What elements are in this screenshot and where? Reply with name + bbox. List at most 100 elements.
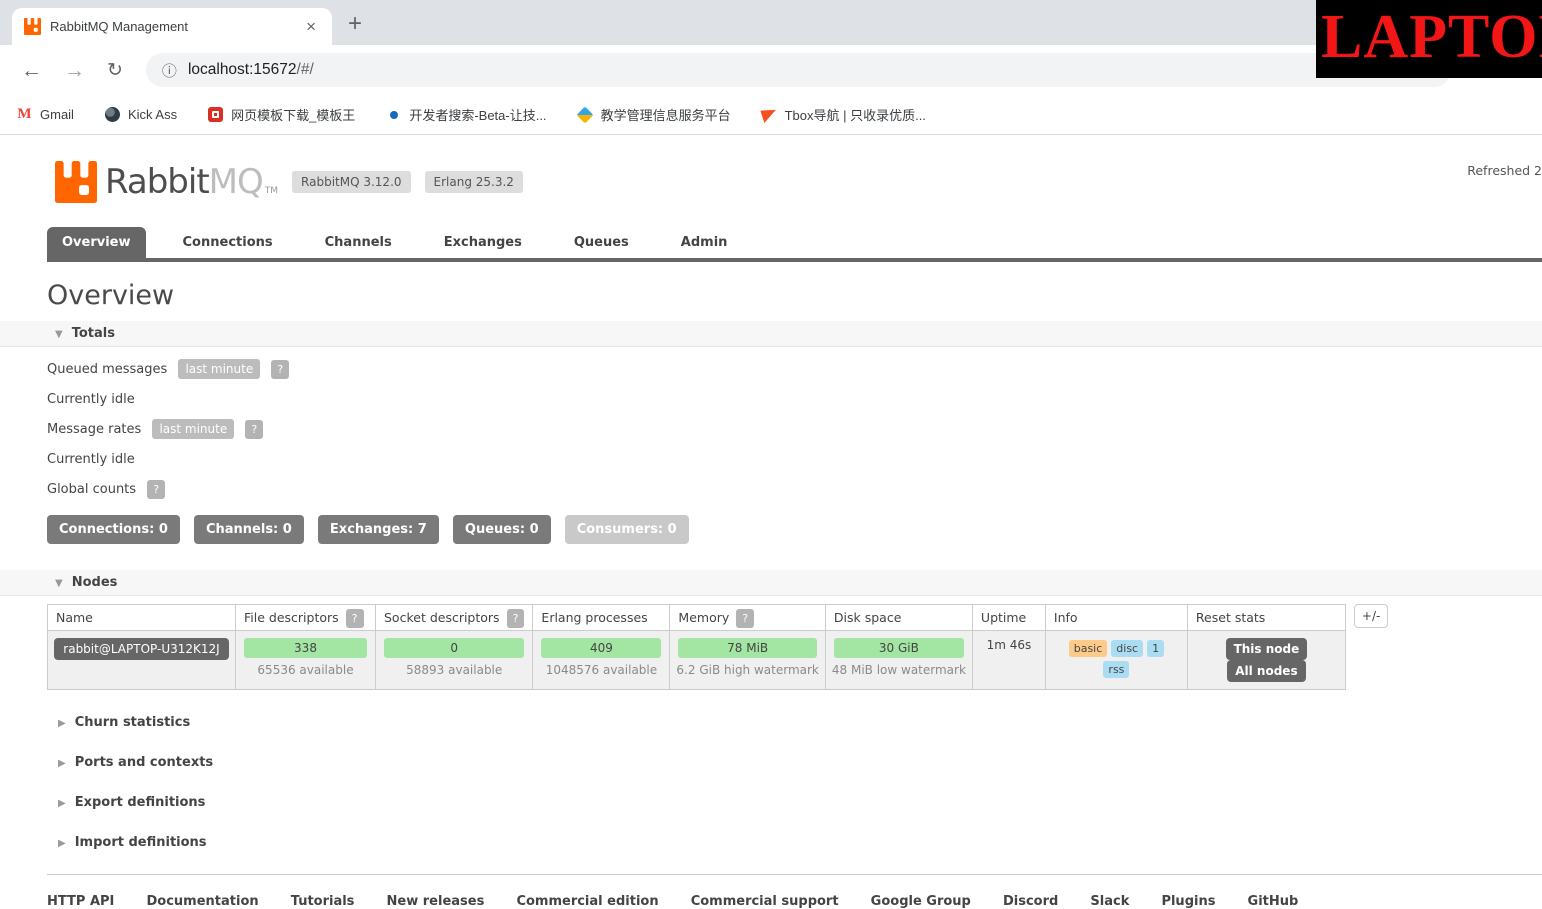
tab-queues[interactable]: Queues [559,227,644,258]
reset-this-node-button[interactable]: This node [1225,638,1308,660]
node-name-badge[interactable]: rabbit@LAPTOP-U312K12J [54,638,229,660]
browser-tab-bar: RabbitMQ Management × + [0,0,1542,45]
bookmark-mobanwang[interactable]: 网页模板下载_模板王 [207,105,355,124]
global-counts-row: Global counts ? [47,480,1542,499]
totals-section-header[interactable]: ▼ Totals [0,321,1542,347]
page-info-icon[interactable]: ⓘ [162,60,177,81]
globe-icon [104,106,121,123]
footer-link-github[interactable]: GitHub [1248,894,1299,909]
queued-messages-row: Queued messages last minute ? [47,359,1542,379]
queues-count-button[interactable]: Queues: 0 [452,515,551,544]
col-name: Name [47,604,236,631]
address-bar[interactable]: ⓘ localhost:15672/#/ [145,53,1451,87]
footer-link-tutorials[interactable]: Tutorials [291,894,355,909]
reset-stats-cell: This nodeAll nodes [1186,630,1346,690]
col-erlang-processes: Erlang processes [532,604,671,631]
new-tab-button[interactable]: + [348,12,362,36]
socket-descriptors-cell: 0 58893 available [374,630,534,690]
logo-wordmark-rabbit: Rabbit [105,162,210,202]
node-name-cell: rabbit@LAPTOP-U312K12J [47,630,236,690]
ports-contexts-section[interactable]: ▶ Ports and contexts [58,755,1542,770]
memory-value: 78 MiB [678,638,817,658]
nodes-header-row: Name File descriptors? Socket descriptor… [47,604,1346,631]
import-definitions-section[interactable]: ▶ Import definitions [58,835,1542,850]
collapse-closed-icon: ▶ [58,838,66,849]
global-counts-help-icon[interactable]: ? [147,480,166,499]
message-rates-label: Message rates [47,422,142,437]
rabbitmq-favicon [24,18,41,35]
bookmark-devsearch[interactable]: 开发者搜索-Beta-让技... [385,105,547,124]
nodes-table-area: Name File descriptors? Socket descriptor… [47,604,1542,690]
tab-close-icon[interactable]: × [302,17,320,37]
col-help-icon[interactable]: ? [345,609,364,628]
consumers-count-button[interactable]: Consumers: 0 [564,515,689,544]
memory-watermark: 6.2 GiB high watermark [676,663,819,677]
info-cell: basic disc 1 rss [1044,630,1188,690]
exchanges-count-button[interactable]: Exchanges: 7 [317,515,439,544]
tab-exchanges[interactable]: Exchanges [429,227,537,258]
nodes-section-header[interactable]: ▼ Nodes [0,570,1542,596]
message-rates-row: Message rates last minute ? [47,419,1542,439]
bookmark-gmail[interactable]: M Gmail [16,106,74,123]
bookmarks-bar: M Gmail Kick Ass 网页模板下载_模板王 开发者搜索-Beta-让… [0,95,1542,135]
col-help-icon[interactable]: ? [506,609,525,628]
column-selector-button[interactable]: +/- [1353,604,1389,628]
tab-overview[interactable]: Overview [47,227,146,258]
back-icon[interactable]: ← [21,60,42,81]
rates-help-icon[interactable]: ? [245,420,264,439]
rabbitmq-logo-icon [55,161,97,203]
footer-link-documentation[interactable]: Documentation [147,894,259,909]
bookmark-tbox[interactable]: Tbox导航 | 只收录优质... [759,105,926,124]
refreshed-timestamp: Refreshed 2 [1467,163,1542,178]
proc-value: 409 [541,638,662,658]
bookmark-kickass[interactable]: Kick Ass [104,106,177,123]
footer-link-http-api[interactable]: HTTP API [47,894,114,909]
browser-tab[interactable]: RabbitMQ Management × [12,8,332,45]
dev-search-icon [385,106,402,123]
col-disk-space: Disk space [824,604,973,631]
rabbitmq-logo[interactable]: Rabbit MQ TM RabbitMQ 3.12.0 Erlang 25.3.… [0,135,1542,203]
col-help-icon[interactable]: ? [736,609,755,628]
col-reset-stats: Reset stats [1186,604,1346,631]
global-counts-label: Global counts [47,482,137,497]
bookmark-teaching-platform[interactable]: 教学管理信息服务平台 [576,105,731,124]
tab-channels[interactable]: Channels [310,227,407,258]
channels-count-button[interactable]: Channels: 0 [193,515,304,544]
footer-link-commercial-edition[interactable]: Commercial edition [516,894,658,909]
reset-all-nodes-button[interactable]: All nodes [1227,660,1306,682]
forward-icon[interactable]: → [64,60,85,81]
queued-idle-status: Currently idle [47,392,135,407]
erlang-version-badge: Erlang 25.3.2 [424,171,523,193]
page-footer: HTTP API Documentation Tutorials New rel… [47,874,1542,909]
paper-plane-icon [759,106,779,123]
footer-link-google-group[interactable]: Google Group [871,894,971,909]
collapse-closed-icon: ▶ [58,758,66,769]
tab-admin[interactable]: Admin [666,227,743,258]
footer-link-commercial-support[interactable]: Commercial support [691,894,839,909]
fd-value: 338 [244,638,367,658]
export-definitions-section[interactable]: ▶ Export definitions [58,795,1542,810]
footer-link-discord[interactable]: Discord [1003,894,1058,909]
footer-link-slack[interactable]: Slack [1090,894,1129,909]
churn-statistics-section[interactable]: ▶ Churn statistics [58,715,1542,730]
rates-idle-status: Currently idle [47,452,135,467]
tab-connections[interactable]: Connections [168,227,288,258]
queued-range-selector[interactable]: last minute [178,359,261,379]
collapse-closed-icon: ▶ [58,798,66,809]
memory-cell: 78 MiB 6.2 GiB high watermark [669,630,826,690]
disk-watermark: 48 MiB low watermark [831,663,966,677]
global-count-buttons: Connections: 0 Channels: 0 Exchanges: 7 … [47,515,1542,544]
collapse-closed-icon: ▶ [58,718,66,729]
connections-count-button[interactable]: Connections: 0 [47,515,180,544]
footer-link-new-releases[interactable]: New releases [387,894,485,909]
rates-range-selector[interactable]: last minute [152,419,235,439]
watermark-overlay: LAPTOP [1316,0,1542,78]
watermark-text: LAPTOP [1321,3,1542,71]
rabbitmq-page: Refreshed 2 Rabbit MQ TM RabbitMQ 3.12.0 … [0,135,1542,909]
reload-icon[interactable]: ↻ [107,61,123,80]
logo-wordmark-mq: MQ [208,162,264,202]
queued-help-icon[interactable]: ? [271,360,290,379]
fd-available: 65536 available [257,663,354,677]
col-file-descriptors: File descriptors? [235,604,376,631]
footer-link-plugins[interactable]: Plugins [1161,894,1215,909]
